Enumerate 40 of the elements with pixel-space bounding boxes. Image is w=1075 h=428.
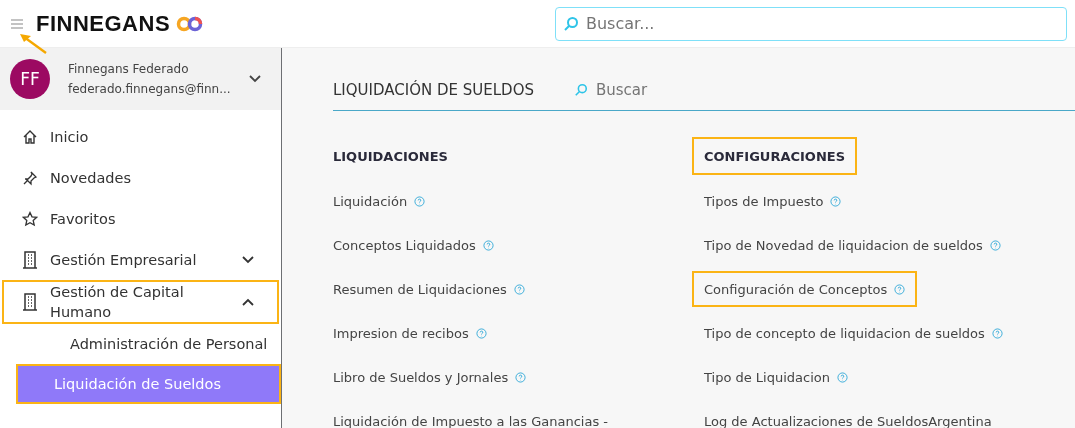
sidebar-item[interactable]: Gestión Empresarial	[2, 239, 279, 280]
section-heading: LIQUIDACIONES	[332, 147, 449, 166]
chevron-down-icon	[248, 75, 261, 83]
menu-link[interactable]: Log de Actualizaciones de SueldosArgentina	[692, 403, 1004, 428]
building-icon	[22, 250, 38, 269]
menu-icon[interactable]	[10, 17, 24, 30]
sidebar-item[interactable]: Favoritos	[2, 198, 279, 239]
menu-link[interactable]: Tipos de Impuesto	[692, 183, 854, 219]
user-name: Finnegans Federado	[68, 62, 190, 76]
star-icon	[22, 210, 38, 227]
building-icon	[22, 293, 38, 311]
user-panel[interactable]: FF Finnegans Federado federado.finnegans@finn...	[0, 48, 281, 110]
logo-text: FINNEGANS	[36, 10, 171, 37]
home-icon	[22, 128, 38, 145]
menu-link[interactable]: Tipo de concepto de liquidacion de sueldos	[692, 315, 1015, 351]
menu-link[interactable]: Conceptos Liquidados	[321, 227, 506, 263]
menu-link[interactable]: Impresion de recibos	[321, 315, 499, 351]
search-icon	[574, 83, 588, 97]
annotation-arrow	[18, 32, 48, 55]
menu-link[interactable]: Resumen de Liquidaciones	[321, 271, 537, 307]
chevron-up-icon	[242, 298, 254, 306]
user-email: federado.finnegans@finn...	[68, 82, 231, 96]
sidebar-subitem[interactable]: Administración de Personal	[16, 324, 281, 364]
menu-link[interactable]: Tipo de Novedad de liquidacion de sueldos	[692, 227, 1013, 263]
menu-link[interactable]: Configuración de Conceptos	[692, 271, 918, 307]
menu-link[interactable]: Liquidación de Impuesto a las Ganancias -	[321, 403, 620, 428]
logo-icon	[176, 14, 205, 33]
pin-icon	[22, 169, 38, 186]
sidebar-item[interactable]: Novedades	[2, 157, 279, 198]
user-avatar: FF	[10, 59, 50, 99]
sidebar-item[interactable]: Inicio	[2, 116, 279, 157]
menu-link[interactable]: Tipo de Liquidacion	[692, 359, 860, 395]
search-field[interactable]: Buscar	[574, 80, 718, 100]
sidebar-item[interactable]: Gestión de Capital Humano	[2, 280, 279, 324]
section-heading: CONFIGURACIONES	[692, 137, 858, 175]
chevron-down-icon	[242, 255, 254, 264]
page-title: LIQUIDACIÓN DE SUELDOS	[333, 81, 534, 99]
menu-link[interactable]: Libro de Sueldos y Jornales	[321, 359, 539, 395]
search-field[interactable]: Buscar...	[555, 6, 1067, 41]
menu-link[interactable]: Liquidación	[321, 183, 438, 219]
